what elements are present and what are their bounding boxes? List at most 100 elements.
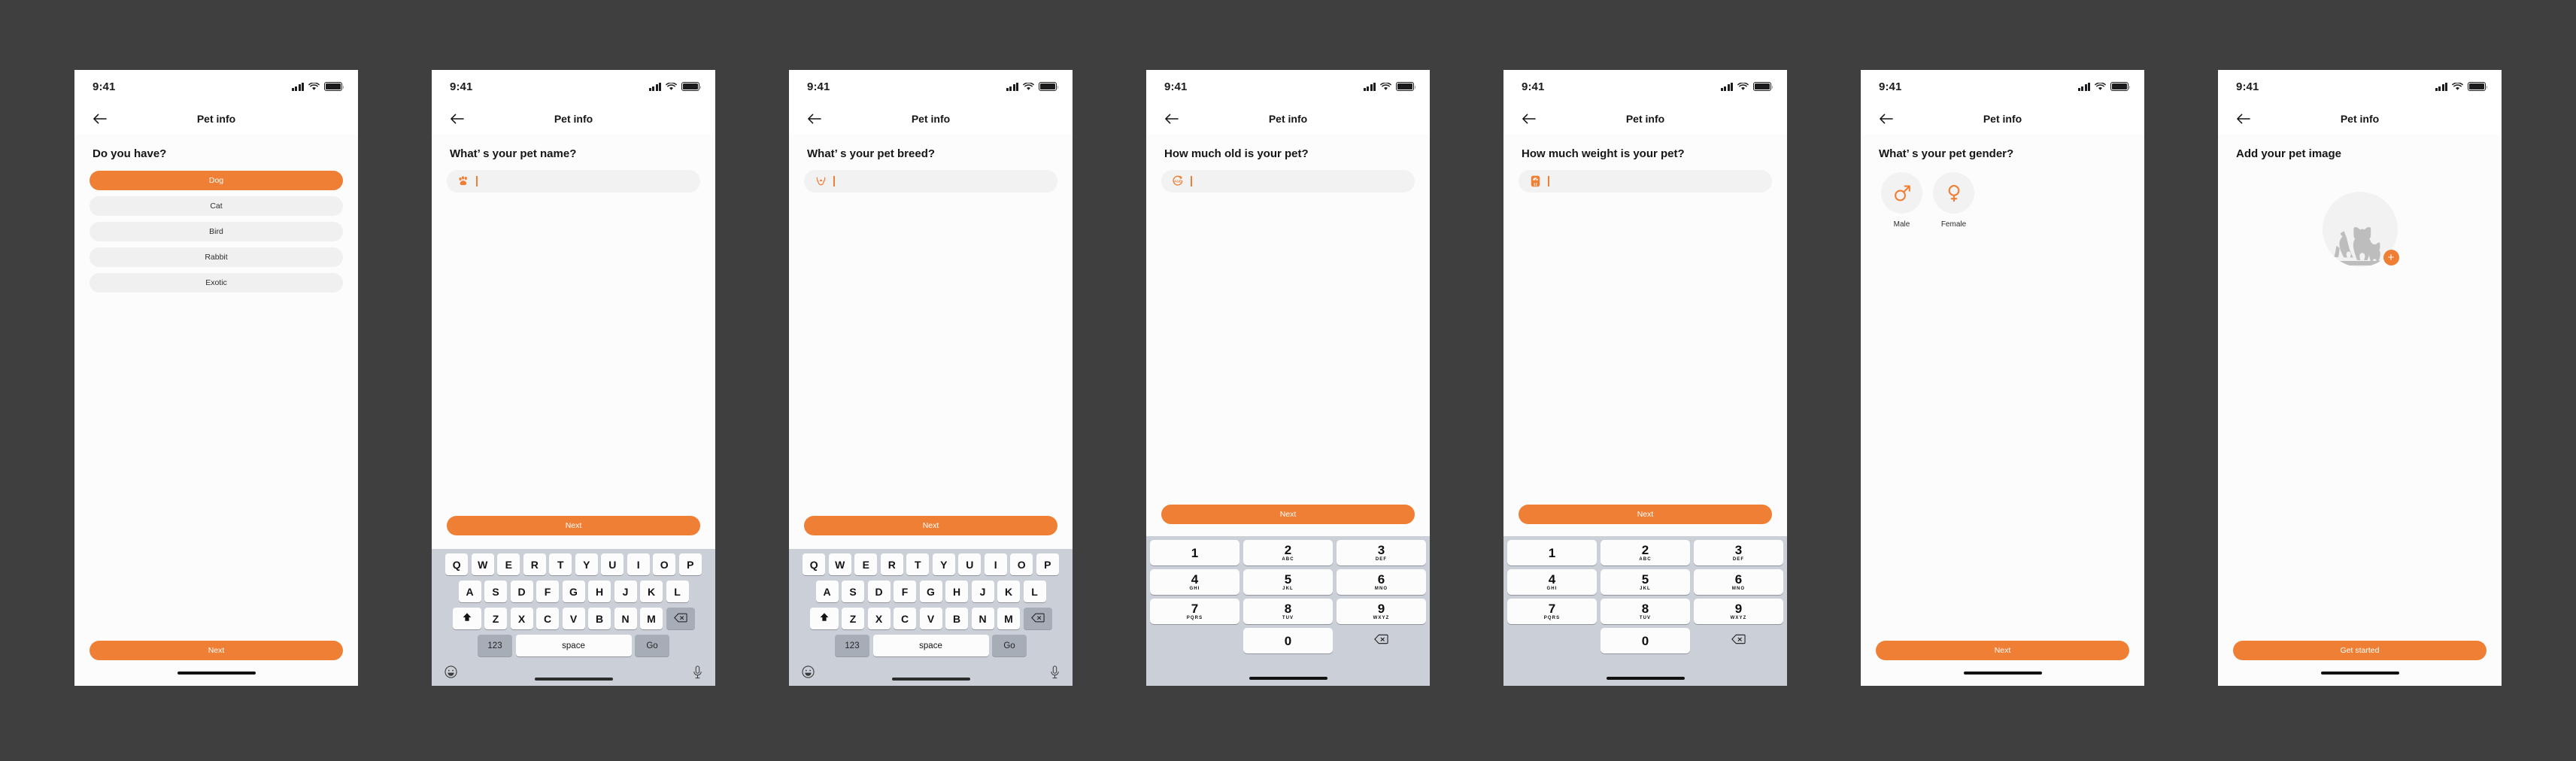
- key-m[interactable]: M: [997, 608, 1020, 629]
- pet-breed-input[interactable]: [804, 170, 1057, 193]
- numkey-7[interactable]: 7 PQRS: [1150, 599, 1239, 624]
- numkey-1[interactable]: 1: [1507, 540, 1597, 565]
- key-e[interactable]: E: [497, 553, 520, 575]
- pet-type-option-exotic[interactable]: Exotic: [90, 273, 343, 293]
- key-z[interactable]: Z: [484, 608, 507, 629]
- key-u[interactable]: U: [958, 553, 982, 575]
- key-j[interactable]: J: [971, 581, 994, 602]
- next-button[interactable]: Next: [1519, 505, 1772, 524]
- pet-type-option-bird[interactable]: Bird: [90, 222, 343, 241]
- key-c[interactable]: C: [894, 608, 916, 629]
- key-b[interactable]: B: [945, 608, 968, 629]
- back-arrow-icon[interactable]: [2233, 109, 2253, 129]
- numbers-key[interactable]: 123: [478, 635, 512, 656]
- pet-age-input[interactable]: AGE: [1161, 170, 1415, 193]
- back-arrow-icon[interactable]: [804, 109, 824, 129]
- key-y[interactable]: Y: [932, 553, 955, 575]
- next-button[interactable]: Next: [1876, 641, 2129, 660]
- key-x[interactable]: X: [510, 608, 533, 629]
- numkey-5[interactable]: 5 JKL: [1243, 569, 1333, 595]
- key-g[interactable]: G: [562, 581, 585, 602]
- numkey-5[interactable]: 5 JKL: [1601, 569, 1690, 595]
- backspace-key[interactable]: [666, 608, 695, 629]
- key-r[interactable]: R: [523, 553, 546, 575]
- key-m[interactable]: M: [640, 608, 663, 629]
- key-n[interactable]: N: [614, 608, 637, 629]
- key-o[interactable]: O: [653, 553, 676, 575]
- numpad-backspace-key[interactable]: [1694, 628, 1783, 653]
- key-h[interactable]: H: [588, 581, 611, 602]
- gender-option-female[interactable]: Female: [1933, 172, 1974, 229]
- key-d[interactable]: D: [867, 581, 891, 602]
- numkey-1[interactable]: 1: [1150, 540, 1239, 565]
- numpad-backspace-key[interactable]: [1337, 628, 1426, 653]
- shift-key[interactable]: [452, 608, 481, 629]
- space-key[interactable]: space: [872, 635, 989, 656]
- numkey-9[interactable]: 9 WXYZ: [1694, 599, 1783, 624]
- back-arrow-icon[interactable]: [90, 109, 109, 129]
- numkey-9[interactable]: 9 WXYZ: [1337, 599, 1426, 624]
- key-t[interactable]: T: [906, 553, 930, 575]
- key-w[interactable]: W: [471, 553, 494, 575]
- numkey-3[interactable]: 3 DEF: [1694, 540, 1783, 565]
- numkey-2[interactable]: 2 ABC: [1243, 540, 1333, 565]
- back-arrow-icon[interactable]: [447, 109, 466, 129]
- key-i[interactable]: I: [627, 553, 650, 575]
- key-l[interactable]: L: [1023, 581, 1046, 602]
- key-u[interactable]: U: [601, 553, 624, 575]
- key-q[interactable]: Q: [803, 553, 826, 575]
- key-x[interactable]: X: [867, 608, 891, 629]
- key-v[interactable]: V: [562, 608, 585, 629]
- key-k[interactable]: K: [640, 581, 663, 602]
- get-started-button[interactable]: Get started: [2233, 641, 2486, 660]
- key-i[interactable]: I: [984, 553, 1007, 575]
- pet-type-option-dog[interactable]: Dog: [90, 171, 343, 190]
- go-key[interactable]: Go: [992, 635, 1027, 656]
- key-s[interactable]: S: [484, 581, 507, 602]
- pet-weight-input[interactable]: [1519, 170, 1772, 193]
- key-b[interactable]: B: [588, 608, 611, 629]
- go-key[interactable]: Go: [635, 635, 669, 656]
- numkey-3[interactable]: 3 DEF: [1337, 540, 1426, 565]
- key-k[interactable]: K: [997, 581, 1020, 602]
- pet-type-option-rabbit[interactable]: Rabbit: [90, 247, 343, 267]
- key-e[interactable]: E: [854, 553, 878, 575]
- key-t[interactable]: T: [549, 553, 572, 575]
- key-w[interactable]: W: [828, 553, 851, 575]
- key-s[interactable]: S: [842, 581, 864, 602]
- numkey-6[interactable]: 6 MNO: [1337, 569, 1426, 595]
- pet-type-option-cat[interactable]: Cat: [90, 196, 343, 216]
- space-key[interactable]: space: [515, 635, 632, 656]
- key-j[interactable]: J: [614, 581, 637, 602]
- key-a[interactable]: A: [815, 581, 839, 602]
- key-p[interactable]: P: [678, 553, 702, 575]
- key-a[interactable]: A: [458, 581, 481, 602]
- next-button[interactable]: Next: [804, 516, 1057, 535]
- numkey-7[interactable]: 7 PQRS: [1507, 599, 1597, 624]
- numkey-4[interactable]: 4 GHI: [1507, 569, 1597, 595]
- next-button[interactable]: Next: [1161, 505, 1415, 524]
- next-button[interactable]: Next: [90, 641, 343, 660]
- add-image-button[interactable]: +: [2383, 250, 2399, 265]
- gender-option-male[interactable]: Male: [1881, 172, 1922, 229]
- key-f[interactable]: F: [536, 581, 559, 602]
- key-f[interactable]: F: [894, 581, 916, 602]
- numkey-4[interactable]: 4 GHI: [1150, 569, 1239, 595]
- key-p[interactable]: P: [1036, 553, 1059, 575]
- key-q[interactable]: Q: [445, 553, 469, 575]
- next-button[interactable]: Next: [447, 516, 700, 535]
- backspace-key[interactable]: [1023, 608, 1052, 629]
- key-g[interactable]: G: [919, 581, 942, 602]
- numkey-0[interactable]: 0: [1243, 628, 1333, 653]
- key-l[interactable]: L: [666, 581, 689, 602]
- key-o[interactable]: O: [1010, 553, 1033, 575]
- key-y[interactable]: Y: [575, 553, 598, 575]
- numbers-key[interactable]: 123: [835, 635, 869, 656]
- back-arrow-icon[interactable]: [1161, 109, 1181, 129]
- key-z[interactable]: Z: [842, 608, 864, 629]
- numkey-8[interactable]: 8 TUV: [1601, 599, 1690, 624]
- numkey-2[interactable]: 2 ABC: [1601, 540, 1690, 565]
- key-c[interactable]: C: [536, 608, 559, 629]
- numkey-8[interactable]: 8 TUV: [1243, 599, 1333, 624]
- back-arrow-icon[interactable]: [1519, 109, 1538, 129]
